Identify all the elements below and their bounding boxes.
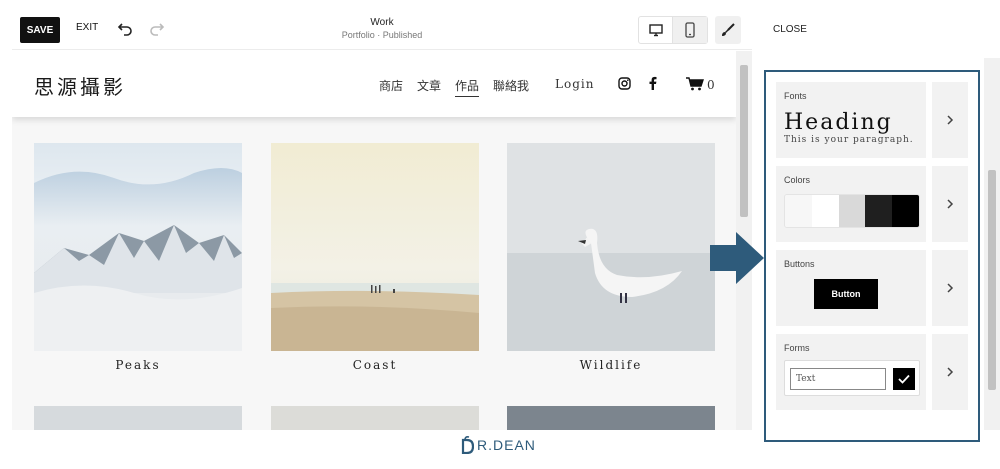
panel-scrollbar[interactable]: [984, 58, 1000, 430]
panel-scrollbar-thumb[interactable]: [988, 170, 996, 390]
gallery-label: Wildlife: [579, 358, 643, 372]
colors-label: Colors: [784, 175, 811, 185]
site-logo[interactable]: 思源攝影: [34, 71, 126, 100]
forms-chevron-right-icon[interactable]: [932, 334, 968, 410]
gallery-image-peaks: [34, 143, 242, 351]
color-swatch: [865, 195, 893, 227]
colors-chevron-right-icon[interactable]: [932, 166, 968, 242]
color-swatch: [785, 195, 812, 227]
gallery-image-coast: [271, 143, 479, 351]
forms-card[interactable]: Forms Text: [776, 334, 926, 410]
editor-screen: SAVE EXIT Work Portfolio · Published 思源攝…: [0, 0, 1000, 469]
paragraph-sample: This is your paragraph.: [784, 135, 914, 145]
site-preview: 思源攝影 商店 文章 作品 聯絡我 Login 0 Peaks Coast Wi…: [12, 51, 736, 430]
desktop-icon[interactable]: [639, 17, 673, 43]
nav-item-contact[interactable]: 聯絡我: [493, 77, 529, 97]
form-sample: Text: [784, 360, 920, 396]
sample-text-input: Text: [790, 368, 886, 390]
checkmark-icon: [893, 368, 915, 390]
facebook-icon[interactable]: [648, 76, 657, 95]
brand-mark-icon: [461, 436, 474, 454]
brand-text: R.DEAN: [477, 437, 536, 453]
colors-card[interactable]: Colors: [776, 166, 926, 242]
buttons-row[interactable]: Buttons Button: [776, 250, 968, 326]
mobile-icon[interactable]: [673, 17, 707, 43]
color-swatch: [838, 195, 866, 227]
fonts-row[interactable]: Fonts Heading This is your paragraph.: [776, 82, 968, 158]
fonts-chevron-right-icon[interactable]: [932, 82, 968, 158]
gallery-item-peaks[interactable]: Peaks: [34, 143, 242, 372]
site-nav: 商店 文章 作品 聯絡我: [379, 77, 543, 97]
device-toggle: [638, 16, 708, 44]
paintbrush-icon[interactable]: [715, 16, 741, 44]
color-palette: [784, 194, 920, 228]
gallery-image-wildlife: [507, 143, 715, 351]
color-swatch: [811, 195, 839, 227]
instagram-icon[interactable]: [618, 77, 631, 95]
cart-icon[interactable]: [686, 77, 704, 96]
color-swatch: [892, 195, 919, 227]
nav-item-articles[interactable]: 文章: [417, 77, 441, 97]
forms-label: Forms: [784, 343, 810, 353]
fonts-label: Fonts: [784, 91, 807, 101]
buttons-card[interactable]: Buttons Button: [776, 250, 926, 326]
gallery-label: Peaks: [115, 358, 161, 372]
site-header: 思源攝影 商店 文章 作品 聯絡我 Login 0: [12, 51, 736, 117]
nav-item-works[interactable]: 作品: [455, 77, 480, 97]
heading-sample: Heading: [784, 110, 893, 135]
colors-row[interactable]: Colors: [776, 166, 968, 242]
site-styles-panel: Fonts Heading This is your paragraph. Co…: [764, 70, 980, 442]
cart-count: 0: [707, 78, 715, 92]
preview-scrollbar-thumb[interactable]: [740, 65, 748, 217]
gallery-item-wildlife[interactable]: Wildlife: [507, 143, 715, 372]
fonts-card[interactable]: Fonts Heading This is your paragraph.: [776, 82, 926, 158]
login-link[interactable]: Login: [555, 77, 594, 91]
gallery-image-row2-1[interactable]: [34, 406, 242, 430]
close-button[interactable]: CLOSE: [773, 24, 807, 35]
brand-logo: R.DEAN: [460, 433, 550, 457]
sample-button: Button: [814, 279, 878, 309]
forms-row[interactable]: Forms Text: [776, 334, 968, 410]
editor-toolbar: SAVE EXIT Work Portfolio · Published: [12, 10, 752, 50]
buttons-chevron-right-icon[interactable]: [932, 250, 968, 326]
gallery-image-row2-3[interactable]: [507, 406, 715, 430]
gallery-item-coast[interactable]: Coast: [271, 143, 479, 372]
gallery-image-row2-2[interactable]: [271, 406, 479, 430]
gallery-label: Coast: [352, 358, 398, 372]
nav-item-shop[interactable]: 商店: [379, 77, 403, 97]
pointer-arrow-icon: [710, 232, 764, 284]
buttons-label: Buttons: [784, 259, 815, 269]
